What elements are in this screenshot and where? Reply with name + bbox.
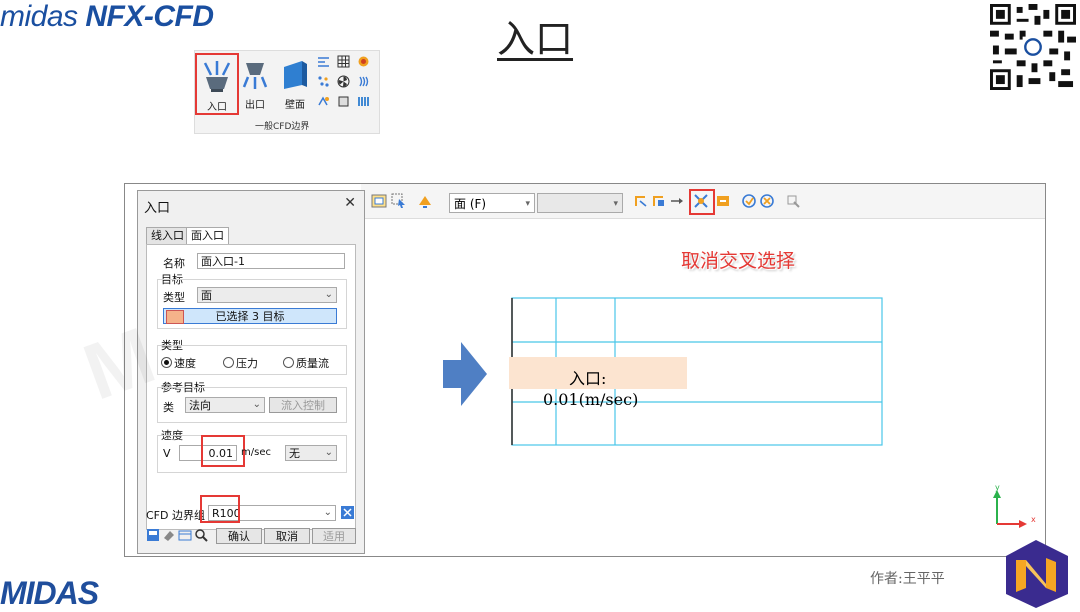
qr-code-icon — [990, 4, 1076, 90]
eraser-icon[interactable] — [162, 528, 176, 542]
selected-targets-button[interactable]: 已选择 3 目标 — [163, 308, 337, 324]
bc-group-manager-icon[interactable] — [340, 505, 355, 520]
slide-title: 入口 — [497, 17, 574, 61]
highlight-box-velocity — [201, 435, 245, 467]
type-label: 类型 — [163, 291, 185, 304]
cube-icon[interactable] — [337, 95, 350, 108]
outlet-icon — [242, 63, 268, 89]
query-icon[interactable] — [785, 193, 801, 209]
search-icon[interactable] — [194, 528, 208, 542]
select-face-icon[interactable] — [651, 193, 667, 209]
name-label: 名称 — [163, 257, 185, 270]
velocity-unit: m/sec — [241, 447, 271, 458]
nfx-logo-icon — [1006, 540, 1068, 608]
author-credit: 作者:王平平 — [870, 571, 945, 587]
right-arrow-icon — [443, 342, 487, 406]
pointer-select-icon[interactable] — [391, 193, 407, 209]
ribbon-group-label: 一般CFD边界 — [255, 122, 310, 132]
ref-type-combo[interactable]: 法向 ⌄ — [185, 397, 265, 413]
axis-x-label: x — [1031, 515, 1036, 524]
name-input[interactable]: 面入口-1 — [197, 253, 345, 269]
grid-icon[interactable] — [337, 55, 350, 68]
velocity-function-combo[interactable]: 无 ⌄ — [285, 445, 337, 461]
inlet-icon — [203, 61, 231, 92]
flow-control-button[interactable]: 流入控制 — [269, 397, 337, 413]
select-edge-icon[interactable] — [633, 193, 649, 209]
bc-group-label: CFD 边界组 — [146, 509, 205, 522]
deselect-all-icon[interactable] — [759, 193, 775, 209]
heat-source-icon[interactable] — [357, 55, 370, 68]
radio-pressure[interactable]: 压力 — [223, 355, 258, 371]
tab-line-inlet[interactable]: 线入口 — [146, 227, 189, 245]
highlight-box-cancel-cross — [689, 189, 715, 215]
wall-icon — [284, 61, 307, 89]
filter-select-icon[interactable] — [417, 193, 433, 209]
close-icon[interactable]: ✕ — [344, 195, 356, 211]
radio-velocity[interactable]: 速度 — [161, 355, 196, 371]
wall-button[interactable]: 壁面 — [275, 53, 315, 111]
app-window: 面 (F) ▾ ▾ 入口 ✕ 线入口 面入口 名称 面入口-1 目标 类型 面 ⌄ … — [124, 183, 1046, 557]
target-type-combo[interactable]: 面 ⌄ — [197, 287, 337, 303]
select-previous-icon[interactable] — [715, 193, 731, 209]
inlet-dialog: 入口 ✕ 线入口 面入口 名称 面入口-1 目标 类型 面 ⌄ 已选择 3 目标 … — [137, 190, 365, 554]
highlight-box-bc-group — [200, 495, 240, 523]
fan-icon[interactable] — [337, 75, 350, 88]
wave-icon[interactable] — [357, 75, 370, 88]
outlet-button[interactable]: 出口 — [235, 53, 275, 111]
select-all-icon[interactable] — [741, 193, 757, 209]
cfd-table-icon[interactable] — [178, 528, 192, 542]
select-window-icon[interactable] — [371, 193, 387, 209]
inlet-button[interactable]: 入口 — [195, 53, 239, 115]
particle-icon[interactable] — [317, 75, 330, 88]
line-split-icon[interactable] — [317, 55, 330, 68]
midas-logo: MIDAS — [0, 575, 99, 611]
secondary-dropdown[interactable]: ▾ — [537, 193, 623, 213]
inlet-label-title: 入口: — [569, 369, 607, 388]
periodic-icon[interactable] — [317, 95, 330, 108]
annotation-cancel-cross-select: 取消交叉选择 — [681, 250, 796, 272]
radio-mass-flow[interactable]: 质量流 — [283, 355, 329, 371]
select-type-dropdown[interactable]: 面 (F) ▾ — [449, 193, 535, 213]
ribbon-panel: 入口 出口 壁面 一般CFD边界 — [194, 50, 380, 134]
cancel-button[interactable]: 取消 — [264, 528, 310, 544]
dialog-title: 入口 — [144, 201, 171, 216]
axis-triad-icon: y x — [993, 484, 1036, 528]
apply-button[interactable]: 适用 — [312, 528, 356, 544]
porous-icon[interactable] — [357, 95, 370, 108]
tab-face-inlet[interactable]: 面入口 — [186, 227, 229, 245]
select-target-icon — [166, 310, 184, 324]
brand-logo: midas NFX-CFD — [0, 0, 214, 33]
ok-button[interactable]: 确认 — [216, 528, 262, 544]
filter-list-icon[interactable] — [669, 193, 685, 209]
inlet-label-value: 0.01(m/sec) — [543, 390, 639, 409]
ref-type-label: 类 — [163, 401, 174, 414]
v-label: V — [163, 447, 171, 460]
toolbar: 面 (F) ▾ ▾ — [361, 184, 1045, 219]
save-preset-icon[interactable] — [146, 528, 160, 542]
axis-y-label: y — [995, 484, 1000, 492]
dialog-panel: 名称 面入口-1 目标 类型 面 ⌄ 已选择 3 目标 类型 速度 压力 质量流 … — [146, 244, 356, 530]
